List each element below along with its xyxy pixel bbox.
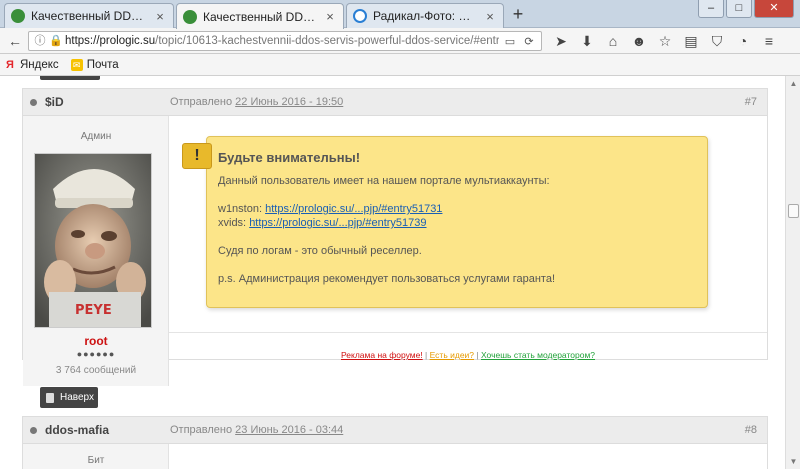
browser-tab-3[interactable]: Радикал-Фото: фото- и ви... × (346, 3, 504, 28)
warning-notice: Будьте внимательны! Данный пользователь … (206, 136, 708, 308)
yandex-icon: Я (6, 58, 14, 71)
post-header: $iD Отправлено 22 Июнь 2016 - 19:50 #7 (23, 89, 767, 116)
username[interactable]: root (23, 334, 169, 348)
scrollbar-thumb[interactable] (788, 204, 799, 218)
page-icon (46, 392, 54, 403)
rank-pips: ●●●●●● (76, 349, 116, 359)
author-info: Админ PEYE root ●●●●●● 3 764 сообщений (23, 116, 169, 386)
tab-close-icon[interactable]: × (153, 9, 167, 24)
separator: | (422, 350, 430, 360)
post-date-link[interactable]: 22 Июнь 2016 - 19:50 (235, 96, 343, 108)
account-link[interactable]: https://prologic.su/...pjp/#entry51739 (249, 217, 426, 229)
notice-verdict: Судя по логам - это обычный реселлер. (218, 245, 422, 257)
bookmark-yandex[interactable]: Я Яндекс (4, 59, 59, 71)
shield-icon[interactable]: ⛉ (704, 32, 730, 50)
account-name: xvids: (218, 217, 247, 229)
post-author[interactable]: $iD (45, 95, 64, 109)
minimize-icon[interactable]: – (698, 0, 724, 18)
toolbar-icons: ➤ ⬇ ⌂ ☻ ☆ ▤ ⛉ ◔ ≡ (548, 32, 782, 50)
account-name: w1nston: (218, 203, 263, 215)
bookmark-label: Яндекс (20, 58, 59, 71)
notice-ps: p.s. Администрация рекомендует пользоват… (218, 273, 556, 285)
chat-icon[interactable]: ☻ (626, 32, 652, 50)
forum-post: $iD Отправлено 22 Июнь 2016 - 19:50 #7 А… (22, 88, 768, 386)
post-number[interactable]: #7 (745, 96, 757, 108)
browser-tab-2[interactable]: Качественный DDoS-серв... × (176, 3, 344, 29)
moderator-link[interactable]: Хочешь стать модератором? (481, 350, 595, 360)
notice-intro: Данный пользователь имеет на нашем порта… (218, 175, 550, 187)
back-button[interactable]: ← (4, 31, 26, 51)
speed-dial-icon[interactable]: ◔ (730, 32, 756, 50)
refresh-icon[interactable]: ⟳ (521, 35, 537, 48)
mail-icon: ✉ (70, 58, 83, 71)
separator: | (474, 350, 481, 360)
scroll-up-icon[interactable]: ▲ (788, 78, 799, 89)
tab-strip: Качественный DDoS-серв... × Качественный… (0, 0, 800, 29)
author-info: Бит (23, 444, 169, 469)
svg-text:PEYE: PEYE (75, 303, 112, 318)
download-icon[interactable]: ⬇ (574, 32, 600, 50)
warning-icon: ! (182, 143, 212, 169)
tab-label: Радикал-Фото: фото- и ви... (373, 9, 479, 23)
status-dot-icon (30, 99, 37, 106)
ad-link[interactable]: Реклама на форуме! (341, 350, 423, 360)
tab-label: Качественный DDoS-серв... (203, 9, 319, 24)
menu-icon[interactable]: ≡ (756, 32, 782, 50)
url-domain: https://prologic.su (65, 35, 156, 47)
info-icon[interactable]: ⓘ (33, 34, 47, 48)
post-number[interactable]: #8 (745, 424, 757, 436)
previous-button-edge (40, 76, 100, 80)
tab-close-icon[interactable]: × (323, 9, 337, 24)
url-path: /topic/10613-kachestvennii-ddos-servis-p… (155, 35, 499, 47)
tab-label: Качественный DDoS-серв... (31, 9, 149, 23)
page-favicon-icon (183, 9, 197, 24)
lock-icon[interactable]: 🔒 (49, 34, 63, 48)
post-author[interactable]: ddos-mafia (45, 423, 109, 437)
page-content: $iD Отправлено 22 Июнь 2016 - 19:50 #7 А… (0, 76, 785, 469)
user-group: Админ (80, 131, 112, 142)
avatar-image: PEYE (35, 154, 151, 327)
scroll-down-icon[interactable]: ▼ (788, 456, 799, 467)
page-scrollbar[interactable]: ▲ ▼ (785, 76, 800, 469)
close-window-icon[interactable]: ✕ (754, 0, 794, 18)
new-tab-button[interactable]: + (508, 5, 528, 25)
post-date: Отправлено 22 Июнь 2016 - 19:50 (170, 96, 343, 108)
forum-links: Реклама на форуме! | Есть идеи? | Хочешь… (169, 332, 767, 360)
bookmarks-list-icon[interactable]: ▤ (678, 32, 704, 50)
page-favicon-icon (11, 9, 25, 23)
scroll-top-label: Наверх (60, 392, 94, 403)
posted-prefix: Отправлено (170, 96, 233, 108)
navigation-bar: ← ⓘ 🔒 https://prologic.su/topic/10613-ka… (0, 28, 800, 54)
status-dot-icon (30, 427, 37, 434)
send-icon[interactable]: ➤ (548, 32, 574, 50)
url-text[interactable]: https://prologic.su/topic/10613-kachestv… (65, 35, 499, 47)
account-link[interactable]: https://prologic.su/...pjp/#entry51731 (265, 203, 442, 215)
browser-tab-1[interactable]: Качественный DDoS-серв... × (4, 3, 174, 28)
url-bar[interactable]: ⓘ 🔒 https://prologic.su/topic/10613-kach… (28, 31, 542, 51)
tab-close-icon[interactable]: × (483, 9, 497, 24)
bookmark-mail[interactable]: ✉ Почта (70, 58, 119, 71)
post-date: Отправлено 23 Июнь 2016 - 03:44 (170, 424, 343, 436)
post-date-link[interactable]: 23 Июнь 2016 - 03:44 (235, 424, 343, 436)
bookmark-star-icon[interactable]: ☆ (652, 32, 678, 50)
reader-view-icon[interactable]: ▭ (502, 35, 518, 48)
posted-prefix: Отправлено (170, 424, 233, 436)
page-favicon-icon (353, 9, 367, 23)
window-controls: – □ ✕ (698, 0, 794, 18)
bookmark-label: Почта (86, 58, 119, 71)
post-header: ddos-mafia Отправлено 23 Июнь 2016 - 03:… (23, 417, 767, 444)
notice-title: Будьте внимательны! (218, 150, 361, 165)
message-count: 3 764 сообщений (55, 365, 137, 376)
multiaccount-line: xvids: https://prologic.su/...pjp/#entry… (218, 216, 696, 230)
user-group: Бит (87, 455, 105, 466)
scroll-top-button[interactable]: Наверх (40, 387, 98, 408)
maximize-icon[interactable]: □ (726, 0, 752, 18)
multiaccount-line: w1nston: https://prologic.su/...pjp/#ent… (218, 202, 696, 216)
ideas-link[interactable]: Есть идеи? (430, 350, 474, 360)
avatar[interactable]: PEYE (34, 153, 152, 328)
bookmarks-bar: Я Яндекс ✉ Почта (0, 54, 800, 76)
forum-post: ddos-mafia Отправлено 23 Июнь 2016 - 03:… (22, 416, 768, 469)
home-icon[interactable]: ⌂ (600, 32, 626, 50)
